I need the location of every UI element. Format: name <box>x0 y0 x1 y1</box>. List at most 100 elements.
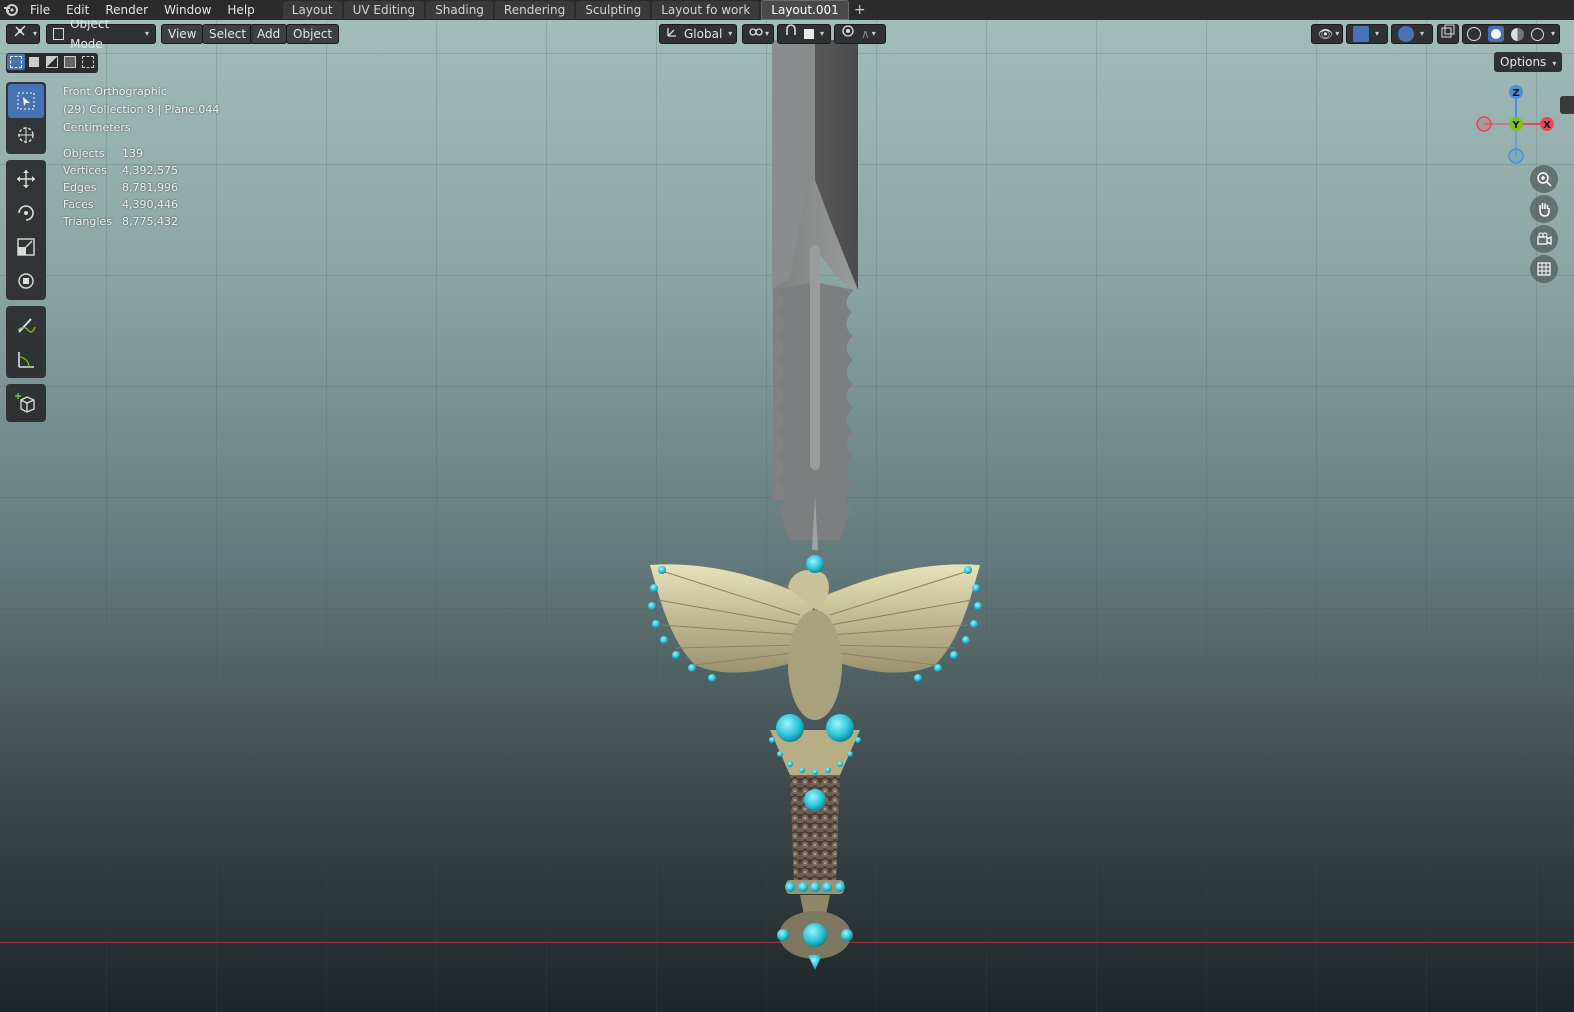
object-menu[interactable]: Object <box>286 24 340 44</box>
tool-group-annotate <box>6 306 46 378</box>
viewport-header: ▾ Object Mode ▾ View Select Add Object G… <box>0 20 1574 51</box>
xray-icon <box>1441 24 1455 44</box>
select-invert-icon[interactable] <box>61 54 79 70</box>
rotate-tool-icon[interactable] <box>8 196 44 230</box>
add-workspace-button[interactable]: + <box>851 1 869 19</box>
stat-label: Vertices <box>63 164 107 177</box>
select-intersect-icon[interactable] <box>79 54 97 70</box>
cursor-tool-icon[interactable] <box>8 118 44 152</box>
falloff-icon: ∧ <box>861 27 870 41</box>
sword-model[interactable] <box>640 40 990 975</box>
stat-row: Vertices 4,392,575 <box>63 162 178 179</box>
pivot-point-button[interactable]: ▾ <box>742 24 774 44</box>
view-name: Front Orthographic <box>63 85 167 98</box>
chevron-down-icon: ▾ <box>144 29 149 38</box>
measure-tool-icon[interactable] <box>8 342 44 376</box>
stat-row: Objects 139 <box>63 145 178 162</box>
menu-render[interactable]: Render <box>97 0 156 20</box>
editor-type-button[interactable]: ▾ <box>6 24 40 44</box>
stat-value: 8,775,432 <box>122 215 178 228</box>
add-cube-tool-icon[interactable] <box>8 386 44 420</box>
tab-layout[interactable]: Layout <box>282 1 342 19</box>
chevron-down-icon: ▾ <box>33 29 38 38</box>
chevron-down-icon: ▾ <box>1552 59 1557 68</box>
mode-label: Object Mode <box>70 20 110 51</box>
tab-shading[interactable]: Shading <box>426 1 493 19</box>
mode-selector[interactable]: Object Mode ▾ <box>46 20 156 51</box>
orientation-label: Global <box>684 27 723 41</box>
selection-mode-buttons <box>6 53 98 73</box>
select-menu[interactable]: Select <box>202 24 254 44</box>
select-extend-icon[interactable] <box>25 54 43 70</box>
move-tool-icon[interactable] <box>8 162 44 196</box>
tab-layout-001[interactable]: Layout.001 <box>761 0 849 20</box>
options-button[interactable]: Options ▾ <box>1494 52 1563 72</box>
zoom-icon[interactable] <box>1530 165 1558 193</box>
gizmo-y-label: Y <box>1511 120 1520 131</box>
material-shading-icon[interactable] <box>1510 27 1524 41</box>
chevron-down-icon: ▾ <box>1335 29 1340 38</box>
stat-row: Triangles 8,775,432 <box>63 213 178 230</box>
tab-rendering[interactable]: Rendering <box>494 1 575 19</box>
object-mode-icon <box>53 28 65 40</box>
stat-value: 8,781,996 <box>122 181 178 194</box>
stat-label: Edges <box>63 181 97 194</box>
menu-window[interactable]: Window <box>156 0 219 20</box>
sidebar-toggle-tab[interactable] <box>1560 96 1574 114</box>
shading-mode-group: ▾ <box>1462 24 1560 44</box>
solid-shading-icon[interactable] <box>1487 26 1504 42</box>
annotate-tool-icon[interactable] <box>8 308 44 342</box>
transform-orientation-selector[interactable]: Global ▾ <box>659 24 737 44</box>
camera-view-icon[interactable] <box>1530 225 1558 253</box>
menu-edit[interactable]: Edit <box>58 0 97 20</box>
chevron-down-icon[interactable]: ▾ <box>1551 24 1555 44</box>
wireframe-shading-icon[interactable] <box>1467 27 1481 41</box>
tab-uv-editing[interactable]: UV Editing <box>343 1 425 19</box>
proportional-editing-button[interactable]: ∧ ▾ <box>834 24 886 44</box>
select-new-icon[interactable] <box>7 54 25 70</box>
stat-label: Objects <box>63 147 105 160</box>
workspace-tabs: Layout UV Editing Shading Rendering Scul… <box>282 0 869 20</box>
pan-hand-icon[interactable] <box>1530 195 1558 223</box>
scene-statistics: Objects 139 Vertices 4,392,575 Edges 8,781,… <box>63 145 178 230</box>
view-menu[interactable]: View <box>161 24 204 44</box>
tab-sculpting[interactable]: Sculpting <box>576 1 651 19</box>
blender-logo-icon[interactable] <box>0 0 22 20</box>
chevron-down-icon: ▾ <box>1420 29 1425 38</box>
tool-group-transform <box>6 160 46 300</box>
tool-shelf <box>6 82 46 428</box>
visibility-button[interactable]: 👁 ▾ <box>1311 24 1343 44</box>
options-label: Options <box>1500 55 1547 69</box>
overlays-button[interactable]: ▾ <box>1391 24 1433 44</box>
stat-value: 139 <box>122 147 143 160</box>
scale-tool-icon[interactable] <box>8 230 44 264</box>
editor-type-icon <box>13 24 27 44</box>
top-menu-bar: File Edit Render Window Help Layout UV E… <box>0 0 1574 20</box>
menu-file[interactable]: File <box>22 0 58 20</box>
collection-info: (29) Collection 8 | Plane.044 <box>63 103 220 116</box>
snapping-button[interactable]: ▾ <box>777 24 831 44</box>
chevron-down-icon: ▾ <box>728 29 733 38</box>
tab-layout-fo-work[interactable]: Layout fo work <box>652 1 760 19</box>
perspective-grid-icon[interactable] <box>1530 255 1558 283</box>
select-subtract-icon[interactable] <box>43 54 61 70</box>
tool-group-add <box>6 384 46 422</box>
menu-help[interactable]: Help <box>219 0 262 20</box>
3d-viewport[interactable]: ▾ Object Mode ▾ View Select Add Object G… <box>0 20 1574 1012</box>
gizmo-toggle-button[interactable]: ▾ <box>1346 24 1388 44</box>
select-box-tool-icon[interactable] <box>8 84 44 118</box>
rendered-shading-icon[interactable] <box>1530 27 1544 41</box>
snap-target-icon <box>804 29 814 39</box>
gizmo-z-label: Z <box>1512 88 1519 99</box>
tool-group-select <box>6 82 46 154</box>
navigation-gizmo[interactable]: Z X Y <box>1470 82 1560 164</box>
stat-row: Edges 8,781,996 <box>63 179 178 196</box>
transform-tool-icon[interactable] <box>8 264 44 298</box>
chevron-down-icon: ▾ <box>765 29 770 38</box>
stat-row: Faces 4,390,446 <box>63 196 178 213</box>
xray-toggle-button[interactable] <box>1437 24 1459 44</box>
stat-label: Faces <box>63 198 94 211</box>
eye-icon: 👁 <box>1318 27 1334 41</box>
add-menu[interactable]: Add <box>250 24 288 44</box>
viewport-info: Front Orthographic (29) Collection 8 | P… <box>63 83 219 137</box>
